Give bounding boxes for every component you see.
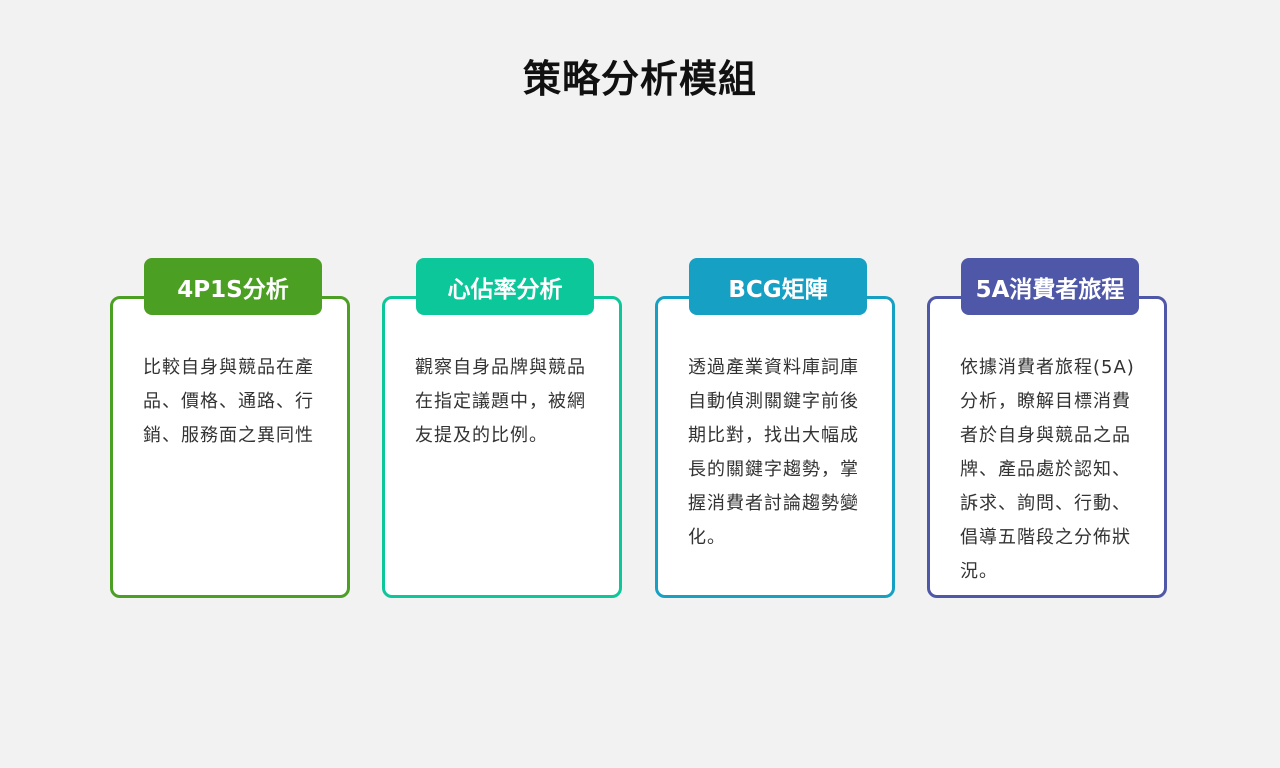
- card-bcg: BCG矩陣 透過產業資料庫詞庫自動偵測關鍵字前後期比對，找出大幅成長的關鍵字趨勢…: [655, 258, 895, 598]
- card-description-4p1s: 比較自身與競品在產品、價格、通路、行銷、服務面之異同性: [143, 357, 314, 446]
- card-title-4p1s: 4P1S分析: [144, 258, 322, 315]
- card-description-bcg: 透過產業資料庫詞庫自動偵測關鍵字前後期比對，找出大幅成長的關鍵字趨勢，掌握消費者…: [688, 357, 859, 548]
- card-description-5a-journey: 依據消費者旅程(5A)分析，瞭解目標消費者於自身與競品之品牌、產品處於認知、訴求…: [960, 357, 1135, 582]
- card-title-5a-journey: 5A消費者旅程: [961, 258, 1139, 315]
- page-title: 策略分析模組: [522, 57, 757, 101]
- card-5a-journey: 5A消費者旅程 依據消費者旅程(5A)分析，瞭解目標消費者於自身與競品之品牌、產…: [927, 258, 1167, 598]
- card-title-bcg: BCG矩陣: [689, 258, 867, 315]
- card-description-mindshare: 觀察自身品牌與競品在指定議題中，被網友提及的比例。: [415, 357, 586, 446]
- card-4p1s: 4P1S分析 比較自身與競品在產品、價格、通路、行銷、服務面之異同性: [110, 258, 350, 598]
- card-title-mindshare: 心佔率分析: [416, 258, 594, 315]
- card-mindshare: 心佔率分析 觀察自身品牌與競品在指定議題中，被網友提及的比例。: [382, 258, 622, 598]
